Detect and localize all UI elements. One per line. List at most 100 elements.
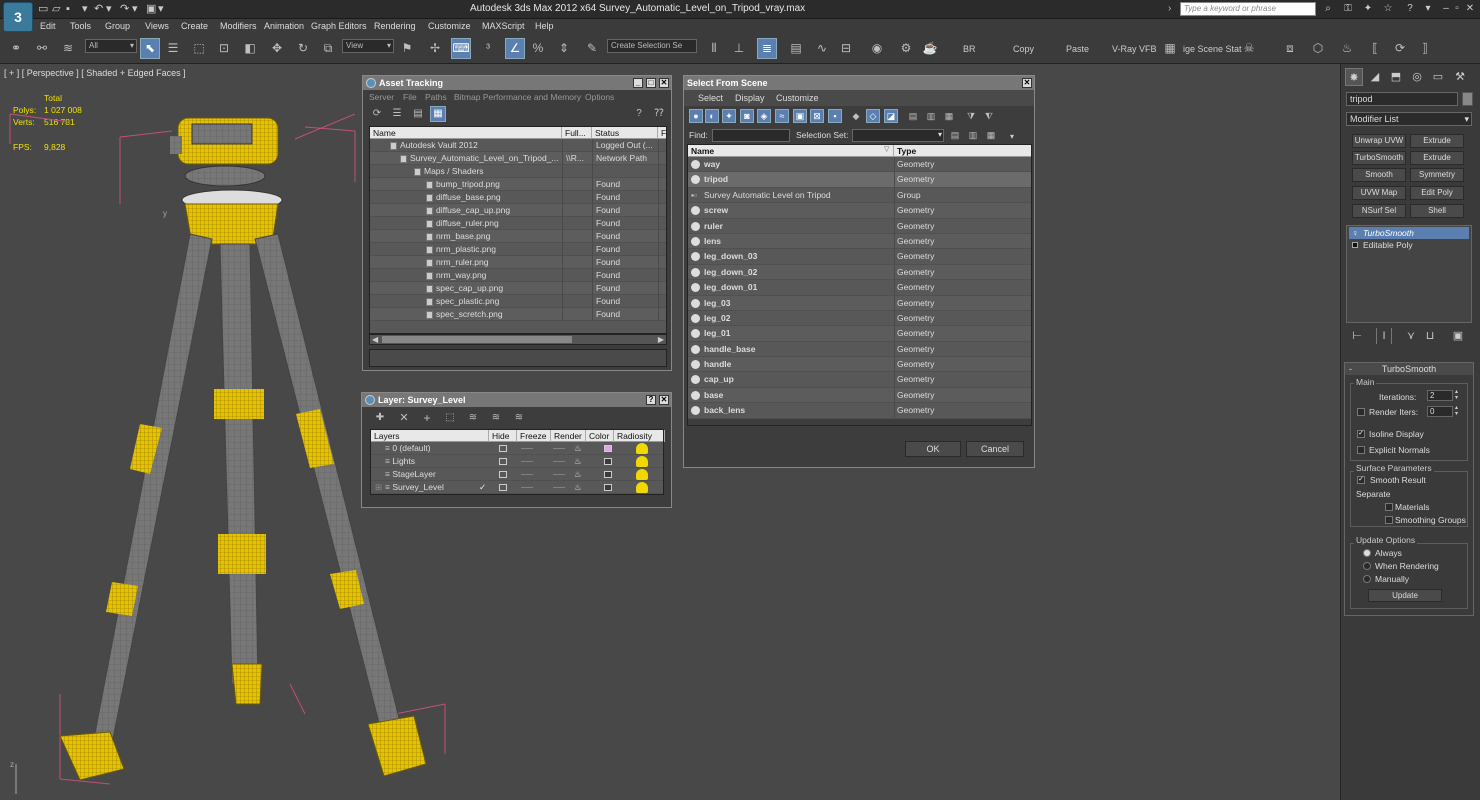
keyboard-shortcut-override-icon[interactable]: ⌨	[451, 38, 471, 59]
undo-dropdown-icon[interactable]: ▾	[106, 2, 112, 16]
scroll-thumb[interactable]	[382, 336, 572, 343]
cancel-button[interactable]: Cancel	[966, 441, 1024, 457]
hide-toggle[interactable]	[499, 458, 507, 465]
modifier-list-dropdown[interactable]: Modifier List ▾	[1346, 112, 1472, 126]
menu-animation[interactable]: Animation	[264, 21, 304, 31]
iterations-spinner[interactable]: 2	[1427, 390, 1453, 401]
redo-dropdown-icon[interactable]: ▾	[132, 2, 138, 16]
cube-icon[interactable]: ⬡	[1308, 38, 1328, 59]
render-teapot-icon[interactable]: ♨	[574, 468, 582, 481]
maximize-icon[interactable]: □	[646, 78, 656, 88]
expand-icon[interactable]	[1352, 242, 1358, 248]
selection-set-dropdown[interactable]: ▾	[852, 129, 944, 142]
layer-color-swatch[interactable]	[604, 471, 612, 478]
display-bones-icon[interactable]: ▪	[828, 109, 842, 123]
make-unique-icon[interactable]: ⋎	[1403, 328, 1419, 344]
filter-options-icon[interactable]: ⧨	[982, 109, 996, 123]
current-layer-check-icon[interactable]: ✓	[479, 481, 489, 494]
spinner-arrows-icon[interactable]: ▴ ▾	[1455, 389, 1458, 401]
new-layer-icon[interactable]: ✚	[372, 410, 388, 426]
menu-group[interactable]: Group	[105, 21, 130, 31]
add-to-layer-icon[interactable]: +	[419, 410, 435, 426]
sort-icon[interactable]: ▽	[884, 145, 889, 153]
render-iters-checkbox[interactable]	[1357, 408, 1365, 416]
curve-editor-icon[interactable]: ∿	[812, 38, 832, 59]
edit-named-selection-icon[interactable]: ✎	[582, 38, 602, 59]
menu-modifiers[interactable]: Modifiers	[220, 21, 257, 31]
render-toggle[interactable]: ──	[553, 442, 565, 455]
mirror-icon[interactable]: ⫴	[704, 38, 724, 59]
asset-hscrollbar[interactable]: ◀ ▶	[369, 334, 667, 345]
sel-set-edit-icon[interactable]: ▦	[984, 128, 998, 142]
container-icon[interactable]: ⧈	[1280, 38, 1300, 59]
scene-object-row[interactable]: leg_02 Geometry	[688, 310, 1031, 327]
open-icon[interactable]: ▱	[52, 2, 60, 16]
when-rendering-radio[interactable]	[1363, 562, 1371, 570]
radiosity-icon[interactable]	[636, 469, 648, 480]
display-groups-icon[interactable]: ▣	[793, 109, 807, 123]
display-all-icon[interactable]: ◆	[849, 109, 863, 123]
col-layers[interactable]: Layers	[371, 430, 489, 442]
minimize-icon[interactable]: _	[633, 78, 643, 88]
subscription-icon[interactable]: ⚿	[1338, 1, 1358, 17]
scene-object-row[interactable]: leg_down_03 Geometry	[688, 249, 1031, 265]
bind-spacewarp-icon[interactable]: ≋	[58, 38, 78, 59]
schematic-view-icon[interactable]: ⊟	[836, 38, 856, 59]
select-layer-icon[interactable]: ⬚	[442, 410, 458, 426]
vray-vfb-button[interactable]: V-Ray VFB	[1112, 44, 1157, 54]
help-icon[interactable]: ?	[631, 106, 647, 122]
keyword-search-input[interactable]: Type a keyword or phrase	[1180, 2, 1316, 16]
scene-object-row[interactable]: tripod Geometry	[688, 172, 1031, 188]
select-invert-icon[interactable]: ▦	[942, 109, 956, 123]
col-radiosity[interactable]: Radiosity	[614, 430, 665, 442]
nsurf-sel-button[interactable]: NSurf Sel	[1352, 204, 1406, 218]
scene-object-row[interactable]: screw Geometry	[688, 203, 1031, 219]
scene-object-row[interactable]: leg_down_02 Geometry	[688, 264, 1031, 281]
display-shapes-icon[interactable]: ◐	[705, 109, 719, 123]
close-icon[interactable]: ✕	[1460, 1, 1480, 17]
stack-item-turbosmooth[interactable]: ♀ TurboSmooth	[1349, 227, 1469, 239]
scene-object-row[interactable]: base Geometry	[688, 387, 1031, 404]
new-icon[interactable]: ▭	[38, 2, 48, 16]
select-by-name-icon[interactable]: ☰	[163, 38, 183, 59]
display-spacewarps-icon[interactable]: ≈	[775, 109, 789, 123]
highlight-layer-icon[interactable]: ≋	[465, 410, 481, 426]
col-name[interactable]: Name	[688, 145, 894, 157]
smooth-result-checkbox[interactable]: ✓	[1357, 476, 1365, 484]
table-view-icon[interactable]: ▤	[410, 106, 426, 122]
align-icon[interactable]: ⊥	[729, 38, 749, 59]
maps-dropdown-icon[interactable]: ▾	[158, 2, 164, 16]
table-row[interactable]: bump_tripod.png Found	[370, 178, 666, 191]
render-frame-icon[interactable]: ☕	[920, 38, 940, 59]
cycle-icon[interactable]: ⟳	[1390, 38, 1410, 59]
maps-icon[interactable]: ▣	[146, 2, 156, 16]
scene-object-row[interactable]: handle_base Geometry	[688, 341, 1031, 358]
table-row[interactable]: diffuse_ruler.png Found	[370, 217, 666, 230]
pivot-center-icon[interactable]: ⚑	[397, 38, 417, 59]
select-all-icon[interactable]: ▤	[906, 109, 920, 123]
scene-object-row[interactable]: back_lens Geometry	[688, 403, 1031, 419]
graphite-ribbon-icon[interactable]: ▤	[786, 38, 806, 59]
isoline-display-checkbox[interactable]: ✓	[1357, 430, 1365, 438]
paste-button[interactable]: Paste	[1066, 44, 1089, 54]
close-icon[interactable]: ✕	[1022, 78, 1032, 88]
col-render[interactable]: Render	[551, 430, 586, 442]
delete-layer-icon[interactable]: ✕	[396, 410, 412, 426]
configure-sets-icon[interactable]: ▣	[1450, 328, 1466, 344]
communication-icon[interactable]: ✦	[1358, 1, 1378, 17]
lightbulb-icon[interactable]: ♀	[1352, 227, 1358, 239]
snaps-toggle-icon[interactable]: ³	[478, 38, 498, 59]
freeze-toggle[interactable]: ──	[521, 468, 533, 481]
freeze-all-layers-icon[interactable]: ≋	[511, 410, 527, 426]
render-toggle[interactable]: ──	[553, 481, 565, 494]
manipulate-icon[interactable]: ✢	[425, 38, 445, 59]
ok-button[interactable]: OK	[905, 441, 961, 457]
close-icon[interactable]: ✕	[659, 78, 669, 88]
help-icon[interactable]: ?	[646, 395, 656, 405]
table-row[interactable]: diffuse_cap_up.png Found	[370, 204, 666, 217]
extrude-button[interactable]: Extrude	[1410, 134, 1464, 148]
render-toggle[interactable]: ──	[553, 468, 565, 481]
collapse-icon[interactable]: -	[1349, 363, 1352, 375]
layer-row[interactable]: ≡ StageLayer ── ── ♨	[371, 468, 663, 481]
display-xrefs-icon[interactable]: ⊠	[810, 109, 824, 123]
